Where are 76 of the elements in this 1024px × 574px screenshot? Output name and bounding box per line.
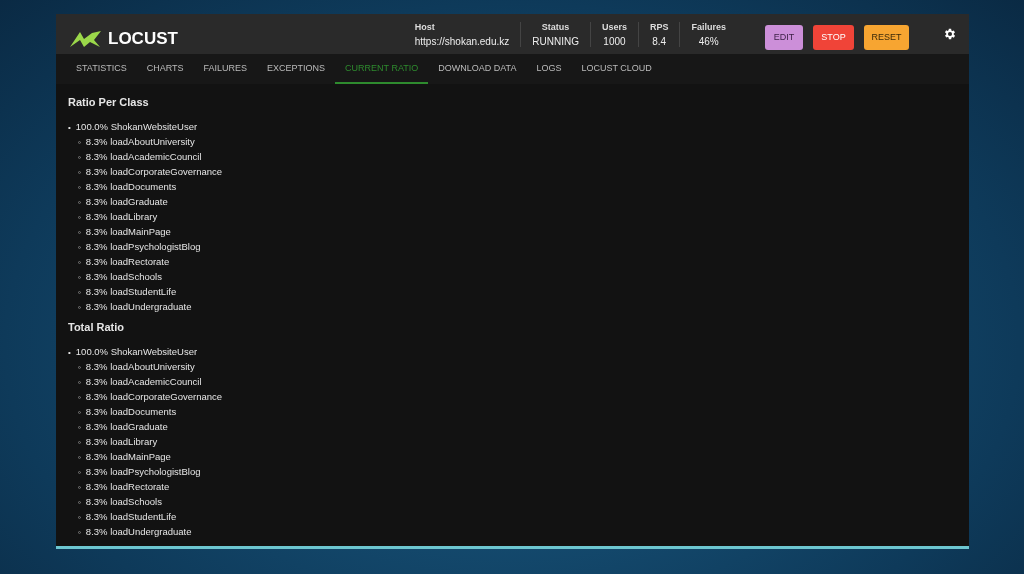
ratio-item: 8.3% loadAboutUniversity [85, 135, 195, 149]
ratio-item: 8.3% loadCorporateGovernance [85, 165, 223, 179]
stat-value: https://shokan.edu.kz [414, 35, 510, 47]
edit-button[interactable]: EDIT [765, 24, 803, 50]
tab[interactable]: EXCEPTIONS [257, 54, 336, 84]
bullet-marker: • [68, 347, 71, 359]
stat-label: Status [541, 21, 570, 32]
stat-label: Users [601, 21, 627, 32]
bullet-marker: ◦ [78, 482, 81, 494]
ratio-item: 8.3% loadDocuments [85, 180, 177, 194]
bullet-marker: ◦ [78, 527, 81, 539]
ratio-item: 8.3% loadCorporateGovernance [85, 390, 223, 404]
bullet-marker: ◦ [78, 302, 81, 314]
stat-label: Failures [691, 21, 726, 32]
bullet-marker: ◦ [78, 182, 81, 194]
stat-value: 8.4 [652, 35, 667, 47]
ratio-item: 8.3% loadRectorate [85, 480, 170, 494]
bullet-marker: ◦ [78, 152, 81, 164]
ratio-item: 8.3% loadSchools [85, 495, 162, 509]
logo-text: LOCUST [108, 29, 178, 49]
tab[interactable]: LOGS [526, 54, 572, 84]
ratio-item: 8.3% loadPsychologistBlog [85, 240, 201, 254]
stat-label: RPS [649, 21, 669, 32]
ratio-item: 8.3% loadAcademicCouncil [85, 150, 202, 164]
ratio-item: 8.3% loadAboutUniversity [85, 360, 195, 374]
tab[interactable]: FAILURES [193, 54, 258, 84]
ratio-item: 100.0% ShokanWebsiteUser [75, 120, 198, 134]
bullet-marker: ◦ [78, 167, 81, 179]
section-title: Total Ratio [68, 321, 125, 333]
bullet-marker: ◦ [78, 197, 81, 209]
ratio-item: 8.3% loadUndergraduate [85, 300, 192, 314]
ratio-item: 100.0% ShokanWebsiteUser [75, 345, 198, 359]
tab[interactable]: DOWNLOAD DATA [428, 54, 527, 84]
ratio-item: 8.3% loadSchools [85, 270, 162, 284]
bullet-marker: ◦ [78, 467, 81, 479]
bullet-marker: ◦ [78, 437, 81, 449]
bullet-marker: ◦ [78, 497, 81, 509]
ratio-item: 8.3% loadRectorate [85, 255, 170, 269]
bullet-marker: ◦ [78, 452, 81, 464]
ratio-item: 8.3% loadGraduate [85, 195, 168, 209]
tab[interactable]: STATISTICS [66, 54, 137, 84]
bullet-marker: ◦ [78, 362, 81, 374]
bullet-marker: ◦ [78, 422, 81, 434]
ratio-item: 8.3% loadStudentLife [85, 285, 177, 299]
stop-button[interactable]: STOP [813, 24, 854, 50]
stat-label: Host [414, 21, 435, 32]
ratio-item: 8.3% loadGraduate [85, 420, 168, 434]
ratio-item: 8.3% loadStudentLife [85, 510, 177, 524]
tab[interactable]: CURRENT RATIO [335, 54, 429, 84]
ratio-item: 8.3% loadLibrary [85, 435, 158, 449]
bullet-marker: ◦ [78, 257, 81, 269]
stat-value: 46% [698, 35, 719, 47]
tab[interactable]: LOCUST CLOUD [571, 54, 662, 84]
bullet-marker: ◦ [78, 287, 81, 299]
bullet-marker: ◦ [78, 407, 81, 419]
bullet-marker: ◦ [78, 512, 81, 524]
ratio-item: 8.3% loadPsychologistBlog [85, 465, 201, 479]
stat-value: RUNNING [532, 35, 579, 47]
tab[interactable]: CHARTS [136, 54, 194, 84]
ratio-item: 8.3% loadDocuments [85, 405, 177, 419]
bullet-marker: • [68, 122, 71, 134]
section-title: Ratio Per Class [68, 96, 150, 108]
bullet-marker: ◦ [78, 242, 81, 254]
bullet-marker: ◦ [78, 392, 81, 404]
bullet-marker: ◦ [78, 137, 81, 149]
ratio-item: 8.3% loadLibrary [85, 210, 158, 224]
bullet-marker: ◦ [78, 212, 81, 224]
ratio-item: 8.3% loadMainPage [85, 225, 171, 239]
ratio-item: 8.3% loadUndergraduate [85, 525, 192, 539]
bullet-marker: ◦ [78, 227, 81, 239]
reset-button[interactable]: RESET [864, 24, 909, 50]
stat-value: 1000 [603, 35, 626, 47]
bullet-marker: ◦ [78, 272, 81, 284]
ratio-item: 8.3% loadAcademicCouncil [85, 375, 202, 389]
bullet-marker: ◦ [78, 377, 81, 389]
ratio-item: 8.3% loadMainPage [85, 450, 171, 464]
